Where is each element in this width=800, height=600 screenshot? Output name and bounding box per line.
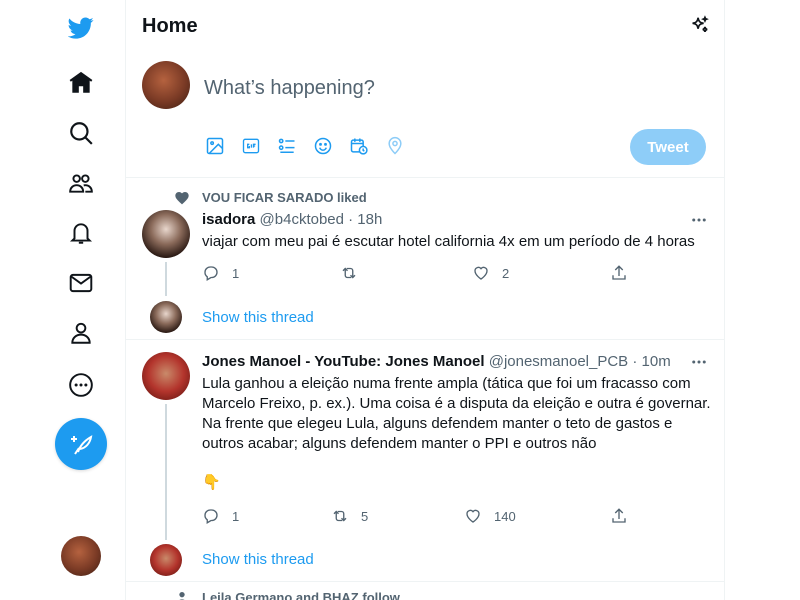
left-sidebar [0, 0, 125, 600]
compose-input[interactable]: What’s happening? [204, 77, 375, 100]
communities-icon[interactable] [56, 158, 106, 208]
poll-icon[interactable] [277, 136, 297, 156]
tweet-header: Jones Manoel - YouTube: Jones Manoel @jo… [202, 353, 671, 370]
like-count: 2 [502, 265, 510, 281]
more-options-icon[interactable] [690, 353, 708, 371]
retweet-icon [333, 510, 347, 522]
thread-line [165, 262, 167, 296]
share-icon [612, 265, 626, 280]
show-thread-link[interactable]: Show this thread [202, 309, 314, 326]
display-name[interactable]: Jones Manoel - YouTube: Jones Manoel [202, 353, 485, 370]
share-action[interactable] [610, 264, 628, 282]
tweet-text: Lula ganhou a eleição numa frente ampla … [202, 374, 714, 454]
tweet-avatar[interactable] [142, 352, 190, 400]
retweet-action[interactable]: 5 [331, 507, 368, 525]
like-count: 140 [494, 508, 516, 524]
reply-count: 1 [232, 508, 240, 524]
social-context: VOU FICAR SARADO liked [202, 190, 367, 205]
thread-line [165, 404, 167, 540]
notifications-bell-icon[interactable] [56, 208, 106, 258]
tweet-text-line: outros acabar; alguns defendem manter o … [202, 435, 597, 452]
tweet-composer: What’s happening? Tweet [126, 53, 724, 178]
tweet-avatar[interactable] [142, 210, 190, 258]
explore-search-icon[interactable] [56, 108, 106, 158]
timeline-header: Home [126, 0, 724, 53]
retweet-action[interactable] [340, 264, 370, 282]
sparkle-top-tweets-icon[interactable] [688, 15, 710, 37]
timeline-column: Home What’s happening? Tweet VOU FICAR S… [125, 0, 725, 600]
handle-time[interactable]: @jonesmanoel_PCB · 10m [489, 353, 671, 370]
divider [126, 581, 724, 582]
reply-icon [204, 266, 218, 281]
reply-action[interactable]: 1 [202, 264, 239, 282]
tweet-emoji: 👇 [202, 474, 221, 491]
heart-icon [466, 509, 480, 523]
account-avatar[interactable] [61, 536, 101, 576]
tweet-text-line: Na frente que elegeu Lula, alguns defend… [202, 415, 673, 432]
tweet-button[interactable]: Tweet [630, 129, 706, 165]
thread-small-avatar [150, 544, 182, 576]
follow-person-icon [174, 590, 190, 600]
reply-action[interactable]: 1 [202, 507, 239, 525]
like-action[interactable]: 140 [464, 507, 516, 525]
display-name[interactable]: isadora [202, 211, 255, 228]
tweet-text: viajar com meu pai é escutar hotel calif… [202, 233, 695, 250]
like-action[interactable]: 2 [472, 264, 509, 282]
tweet-header: isadora @b4cktobed · 18h [202, 211, 382, 228]
share-icon [612, 508, 626, 523]
page-title: Home [142, 15, 198, 37]
messages-envelope-icon[interactable] [56, 258, 106, 308]
retweet-icon [342, 267, 356, 279]
tweet-text-line: Lula ganhou a eleição numa frente ampla … [202, 375, 691, 392]
emoji-icon[interactable] [313, 136, 333, 156]
location-pin-icon[interactable] [385, 136, 405, 156]
heart-icon [474, 266, 488, 280]
more-options-icon[interactable] [690, 211, 708, 229]
tweet-item[interactable]: Jones Manoel - YouTube: Jones Manoel @jo… [126, 340, 724, 582]
social-context: Leila Germano and BHAZ follow [202, 590, 400, 600]
reply-count: 1 [232, 265, 240, 281]
reply-icon [204, 509, 218, 524]
thread-small-avatar [150, 301, 182, 333]
heart-liked-icon [174, 190, 190, 206]
composer-avatar [142, 61, 190, 109]
show-thread-link[interactable]: Show this thread [202, 551, 314, 568]
home-icon[interactable] [56, 58, 106, 108]
compose-tweet-button[interactable] [55, 418, 107, 470]
tweet-item[interactable]: VOU FICAR SARADO liked isadora @b4cktobe… [126, 178, 724, 340]
share-action[interactable] [610, 507, 628, 525]
schedule-icon[interactable] [349, 136, 369, 156]
tweet-text-line: Marcelo Freixo, p. ex.). Uma coisa é a d… [202, 395, 711, 412]
profile-icon[interactable] [56, 308, 106, 358]
media-image-icon[interactable] [205, 136, 225, 156]
more-circle-icon[interactable] [56, 360, 106, 410]
gif-icon[interactable] [241, 136, 261, 156]
handle-time[interactable]: @b4cktobed · 18h [260, 211, 383, 228]
twitter-logo-icon[interactable] [56, 3, 106, 53]
retweet-count: 5 [361, 508, 369, 524]
